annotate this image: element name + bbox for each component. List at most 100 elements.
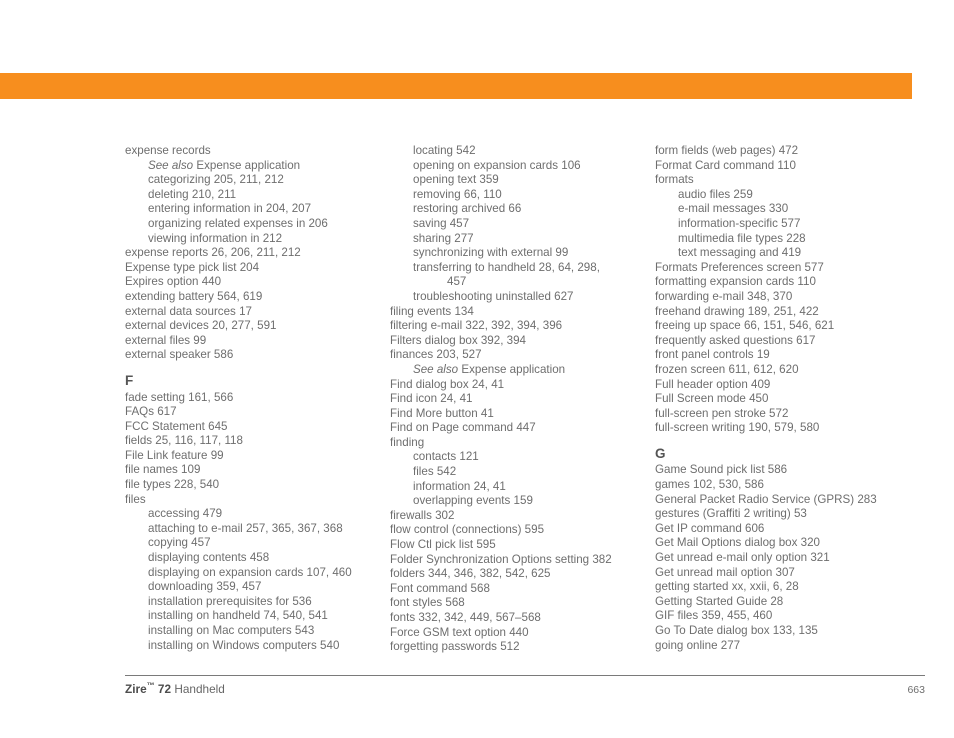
index-entry-text: attaching to e-mail 257, 365, 367, 368: [148, 521, 343, 535]
see-also-label: See also: [413, 362, 459, 376]
index-entry: Full Screen mode 450: [655, 392, 925, 407]
index-entry: Get Mail Options dialog box 320: [655, 536, 925, 551]
index-entry: downloading 359, 457: [125, 580, 390, 595]
index-entry-text: opening on expansion cards 106: [413, 158, 581, 172]
index-entry: attaching to e-mail 257, 365, 367, 368: [125, 522, 390, 537]
index-entry: copying 457: [125, 536, 390, 551]
index-entry: firewalls 302: [390, 509, 655, 524]
footer-model: 72: [154, 681, 172, 696]
index-entry: formats: [655, 173, 925, 188]
index-entry-text: accessing 479: [148, 507, 223, 521]
index-entry: text messaging and 419: [655, 246, 925, 261]
index-entry-text: General Packet Radio Service (GPRS) 283: [655, 492, 877, 506]
index-entry-text: Get IP command 606: [655, 521, 765, 535]
index-entry: Font command 568: [390, 582, 655, 597]
index-entry-text: multimedia file types 228: [678, 231, 806, 245]
index-entry-text: getting started xx, xxii, 6, 28: [655, 580, 799, 594]
index-letter-heading: F: [125, 372, 134, 388]
index-entry-text: full-screen writing 190, 579, 580: [655, 421, 820, 435]
index-entry-text: Get unread e-mail only option 321: [655, 551, 830, 565]
see-also-label: See also: [148, 158, 194, 172]
index-entry-text: GIF files 359, 455, 460: [655, 609, 773, 623]
index-entry-text: installing on handheld 74, 540, 541: [148, 609, 328, 623]
index-entry: audio files 259: [655, 188, 925, 203]
index-entry-text: Getting Started Guide 28: [655, 594, 784, 608]
index-entry-text: external data sources 17: [125, 304, 252, 318]
index-entry: file names 109: [125, 463, 390, 478]
index-entry: Getting Started Guide 28: [655, 595, 925, 610]
index-entry: removing 66, 110: [390, 188, 655, 203]
index-entry-text: troubleshooting uninstalled 627: [413, 289, 574, 303]
index-entry-text: opening text 359: [413, 173, 499, 187]
index-entry-text: fields 25, 116, 117, 118: [125, 434, 243, 448]
index-entry: GIF files 359, 455, 460: [655, 609, 925, 624]
index-entry-text: external speaker 586: [125, 348, 234, 362]
index-entry: flow control (connections) 595: [390, 523, 655, 538]
index-entry: opening text 359: [390, 173, 655, 188]
index-entry: Force GSM text option 440: [390, 626, 655, 641]
index-entry: gestures (Graffiti 2 writing) 53: [655, 507, 925, 522]
index-entry: Expense type pick list 204: [125, 261, 390, 276]
index-entry: transferring to handheld 28, 64, 298, 457: [390, 261, 655, 290]
index-entry: fonts 332, 342, 449, 567–568: [390, 611, 655, 626]
trademark-icon: ™: [146, 681, 155, 690]
index-entry-text: extending battery 564, 619: [125, 289, 263, 303]
footer-divider: [125, 675, 925, 676]
index-entry-text: categorizing 205, 211, 212: [148, 173, 284, 187]
index-entry-text: FAQs 617: [125, 405, 177, 419]
index-entry: opening on expansion cards 106: [390, 159, 655, 174]
footer-product: Handheld: [171, 681, 225, 696]
index-entry-text: transferring to handheld 28, 64, 298,: [413, 260, 600, 274]
index-entry-text: downloading 359, 457: [148, 580, 262, 594]
index-entry-text: viewing information in 212: [148, 231, 283, 245]
index-entry-text: Expires option 440: [125, 275, 222, 289]
index-entry-text: overlapping events 159: [413, 494, 533, 508]
index-entry: See also Expense application: [125, 159, 390, 174]
index-entry: Find icon 24, 41: [390, 392, 655, 407]
index-entry-text: forgetting passwords 512: [390, 640, 520, 654]
index-entry-text: frequently asked questions 617: [655, 333, 816, 347]
index-entry: extending battery 564, 619: [125, 290, 390, 305]
index-entry-text: filing events 134: [390, 304, 474, 318]
index-entry: fade setting 161, 566: [125, 391, 390, 406]
index-entry-text: Force GSM text option 440: [390, 625, 529, 639]
index-entry: forgetting passwords 512: [390, 640, 655, 655]
index-entry-text: Find on Page command 447: [390, 421, 536, 435]
index-entry-text: freehand drawing 189, 251, 422: [655, 304, 819, 318]
index-entry: Format Card command 110: [655, 159, 925, 174]
index-entry-text: Full header option 409: [655, 377, 771, 391]
index-entry: expense reports 26, 206, 211, 212: [125, 246, 390, 261]
index-entry-text: Folder Synchronization Options setting 3…: [390, 552, 612, 566]
index-entry: e-mail messages 330: [655, 202, 925, 217]
column-2: locating 542 opening on expansion cards 1…: [390, 144, 655, 655]
index-entry-text: sharing 277: [413, 231, 474, 245]
index-entry: Find More button 41: [390, 407, 655, 422]
index-entry: See also Expense application: [390, 363, 655, 378]
index-entry: displaying on expansion cards 107, 460: [125, 566, 390, 581]
index-entry: forwarding e-mail 348, 370: [655, 290, 925, 305]
index-entry: Get unread mail option 307: [655, 566, 925, 581]
index-entry-text: copying 457: [148, 536, 211, 550]
index-letter-heading: G: [655, 445, 666, 461]
index-entry-text: Get unread mail option 307: [655, 565, 795, 579]
index-entry: FCC Statement 645: [125, 420, 390, 435]
index-entry-text: games 102, 530, 586: [655, 478, 764, 492]
index-entry: Go To Date dialog box 133, 135: [655, 624, 925, 639]
index-entry-continuation: 457: [447, 275, 467, 289]
index-entry: file types 228, 540: [125, 478, 390, 493]
index-entry: deleting 210, 211: [125, 188, 390, 203]
index-entry-text: Find More button 41: [390, 406, 494, 420]
index-columns: expense records See also Expense applicat…: [125, 144, 925, 655]
index-entry: finances 203, 527: [390, 348, 655, 363]
index-entry-text: flow control (connections) 595: [390, 523, 545, 537]
index-entry-text: information 24, 41: [413, 479, 506, 493]
index-entry: installing on handheld 74, 540, 541: [125, 609, 390, 624]
index-entry-text: Find dialog box 24, 41: [390, 377, 505, 391]
index-entry-text: Font command 568: [390, 581, 490, 595]
index-entry: Get unread e-mail only option 321: [655, 551, 925, 566]
index-entry-text: installing on Mac computers 543: [148, 624, 315, 637]
index-entry-text: organizing related expenses in 206: [148, 216, 328, 230]
index-entry-text: gestures (Graffiti 2 writing) 53: [655, 507, 807, 521]
page-footer: Zire™ 72 Handheld 663: [125, 681, 925, 696]
index-entry: Game Sound pick list 586: [655, 463, 925, 478]
